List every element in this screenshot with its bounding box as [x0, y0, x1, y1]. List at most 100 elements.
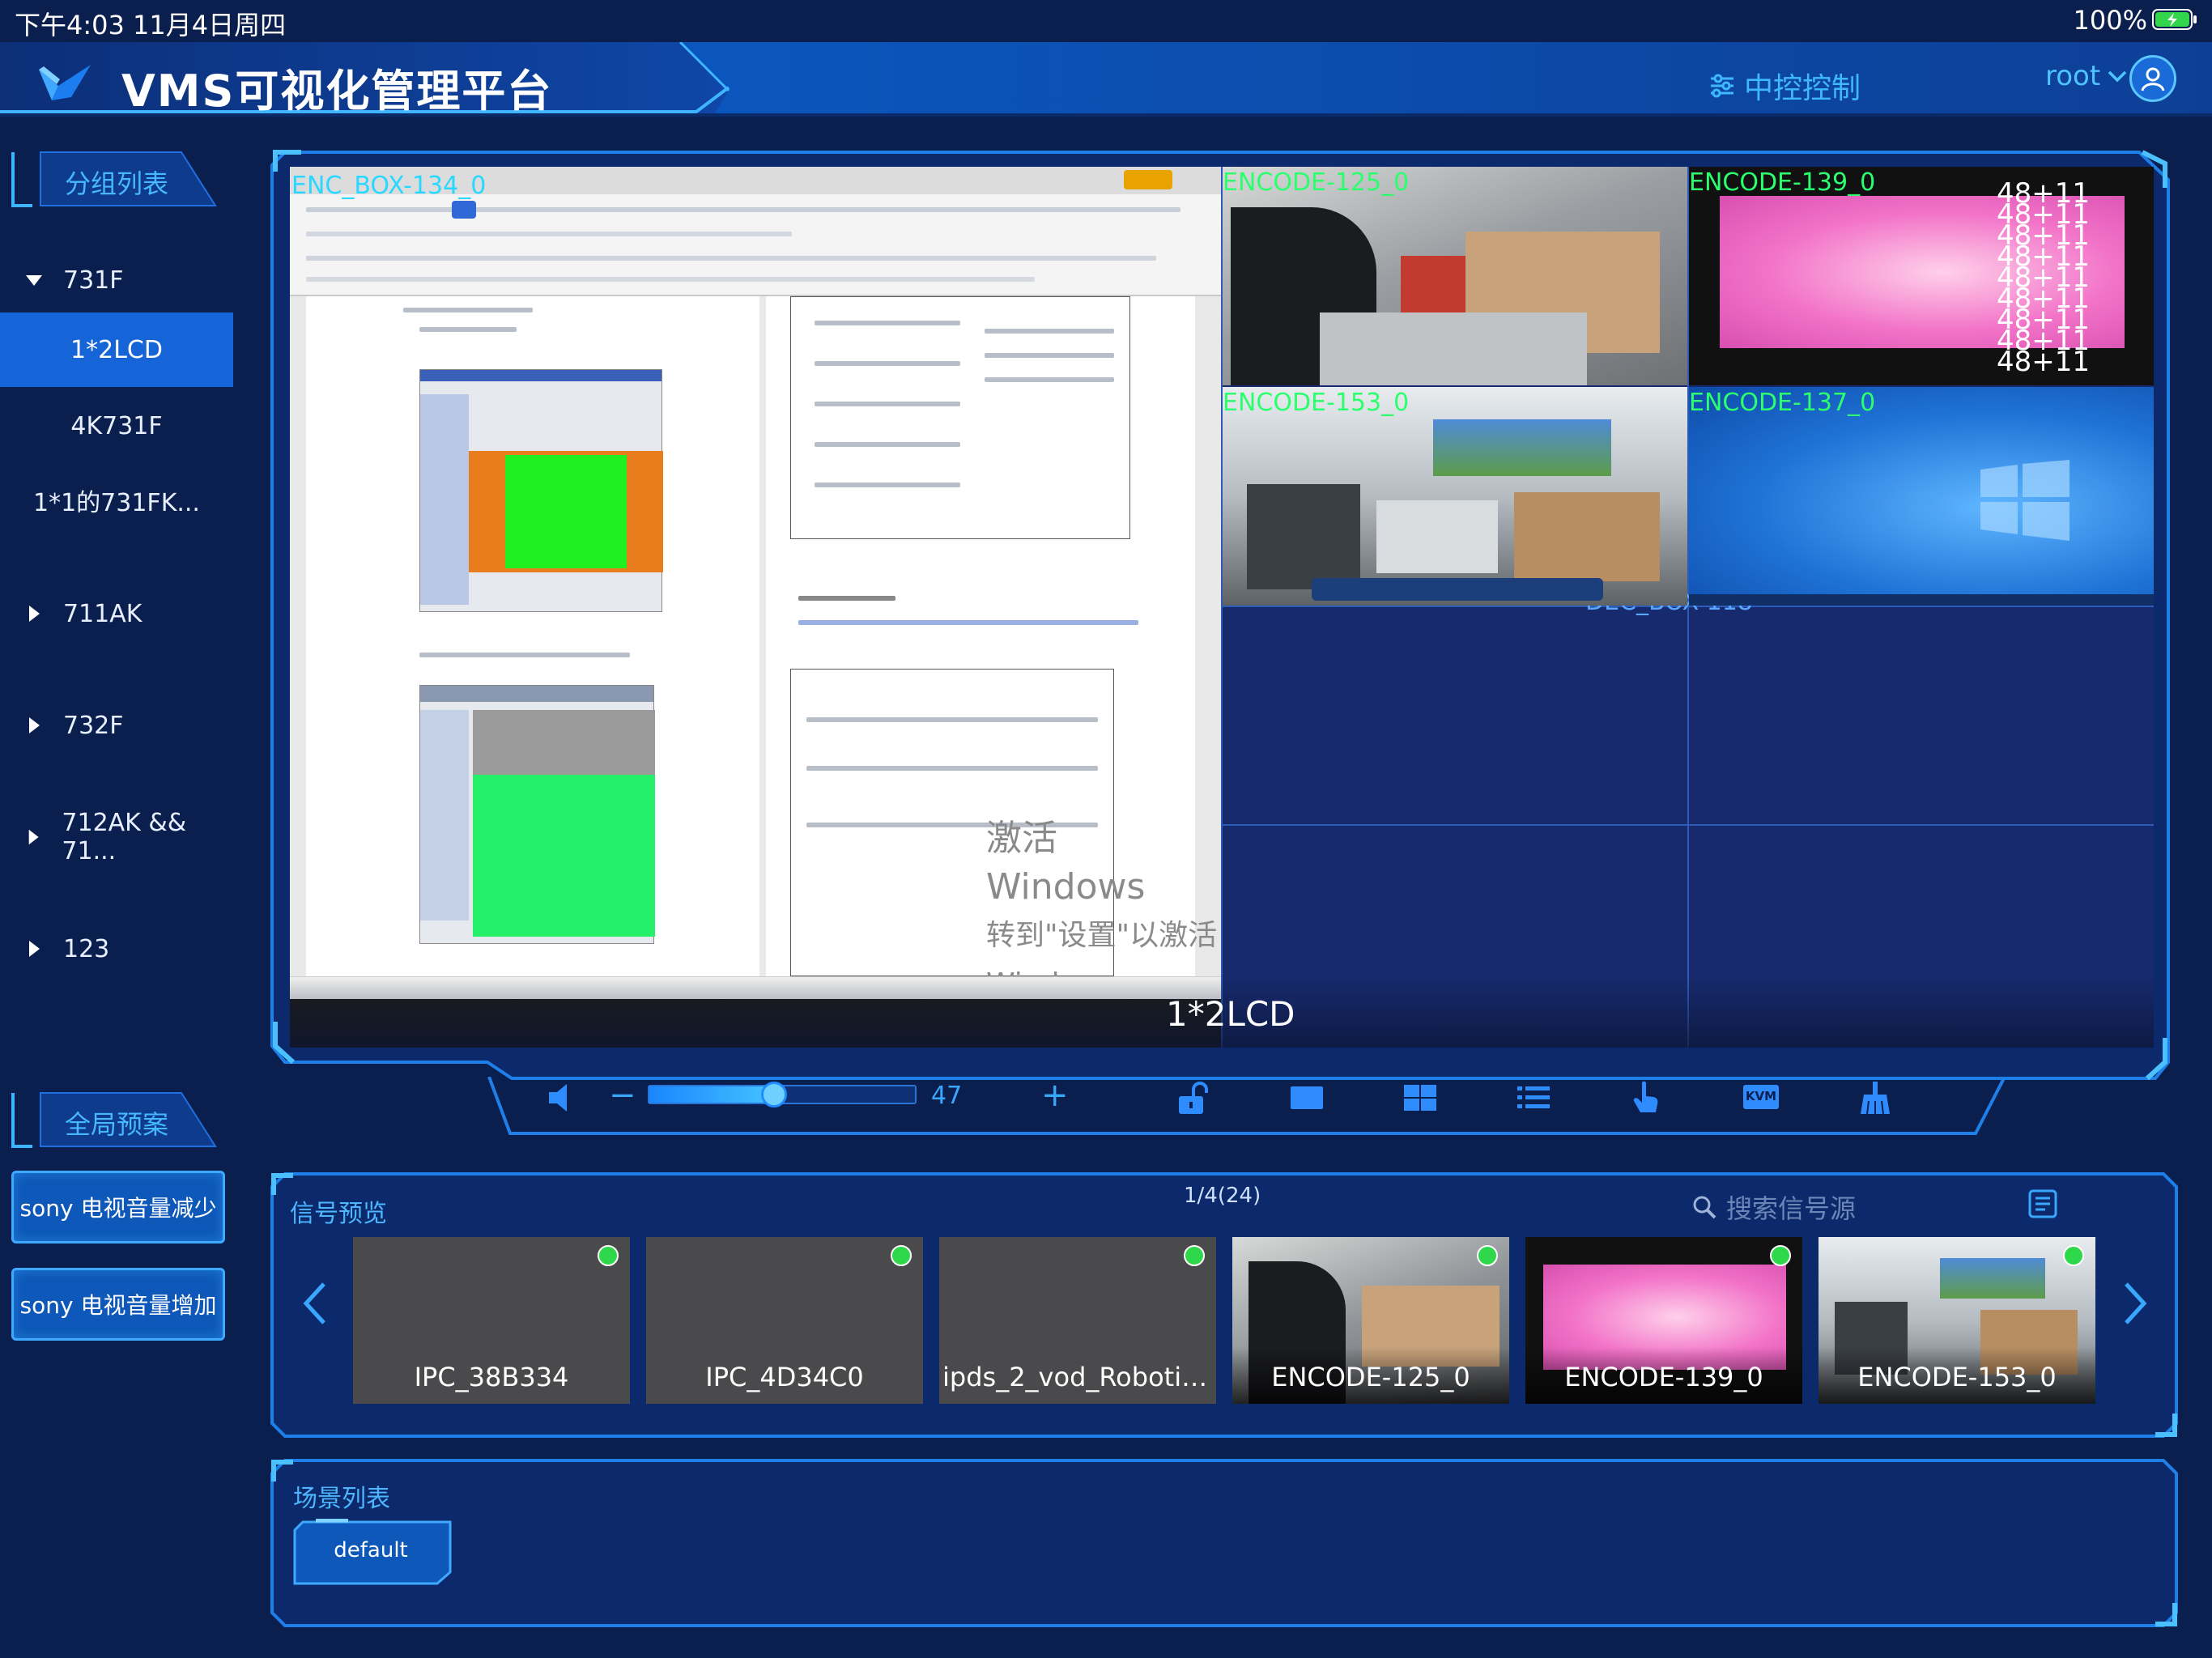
signal-page-indicator: 1/4(24) [1184, 1184, 1261, 1208]
avatar[interactable] [2129, 55, 2176, 102]
window-encode-139[interactable]: 48+11 48+11 48+11 48+11 48+11 48+11 48+11 48+11… [1689, 167, 2154, 385]
group-list-title: 分组列表 [65, 168, 169, 199]
volume-up-button[interactable]: + [1041, 1077, 1069, 1114]
chevron-right-icon[interactable] [2121, 1279, 2150, 1328]
window-label: ENCODE-137_0 [1689, 389, 1876, 417]
signal-list-icon[interactable] [2027, 1188, 2058, 1219]
group-label: 711AK [63, 599, 143, 628]
window-label: ENC_BOX-134_0 [291, 172, 487, 200]
central-control-label: 中控控制 [1744, 72, 1861, 105]
list-icon[interactable] [1516, 1080, 1551, 1116]
signal-search-placeholder: 搜索信号源 [1726, 1193, 1857, 1224]
online-status-dot [891, 1245, 912, 1266]
signal-card[interactable]: IPC_38B334 [353, 1237, 630, 1404]
video-wall[interactable]: DEC_BOX-118 [290, 167, 2154, 1048]
signal-card[interactable]: ENCODE-139_0 [1525, 1237, 1802, 1404]
central-control-button[interactable]: 中控控制 [1708, 65, 1861, 107]
caret-right-icon [29, 717, 40, 733]
group-732f[interactable]: 732F [0, 688, 233, 763]
watermark-line: 转到"设置"以激活 [986, 919, 1218, 952]
signal-search-input[interactable]: 搜索信号源 [1692, 1188, 1856, 1226]
touch-icon[interactable] [1629, 1080, 1665, 1116]
scene-list-frame [270, 1459, 2178, 1627]
group-label: 712AK && 71... [62, 809, 187, 865]
wall-name: 1*2LCD [1166, 994, 1295, 1034]
clear-broom-icon[interactable] [1857, 1080, 1893, 1116]
group-list-tab[interactable]: 分组列表 [8, 149, 219, 210]
group-123[interactable]: 123 [0, 912, 233, 986]
online-status-dot [1184, 1245, 1205, 1266]
caret-right-icon [29, 606, 40, 622]
preset-sony-volume-up-button[interactable]: sony 电视音量增加 [11, 1268, 225, 1341]
global-preset-title: 全局预案 [65, 1109, 169, 1140]
signal-name: ENCODE-153_0 [1857, 1362, 2057, 1392]
windows-logo-icon [1980, 460, 2069, 541]
global-preset-tab[interactable]: 全局预案 [8, 1090, 219, 1151]
caret-down-icon [26, 275, 42, 286]
single-screen-icon[interactable] [1289, 1080, 1325, 1116]
window-label: ENCODE-139_0 [1689, 168, 1876, 197]
battery-percent: 100% [2073, 5, 2147, 36]
group-label: 1*1的731FK... [33, 489, 200, 517]
user-name: root [2045, 60, 2101, 92]
group-label: 123 [63, 934, 110, 963]
window-encode-125[interactable]: ENCODE-125_0 [1223, 167, 1687, 385]
group-label: 731F [63, 266, 124, 295]
user-menu[interactable]: root [2045, 60, 2128, 92]
signal-card[interactable]: ipds_2_vod_Robotic... [939, 1237, 1216, 1404]
status-bar [0, 0, 2212, 40]
signal-card[interactable]: ENCODE-125_0 [1232, 1237, 1509, 1404]
group-711ak[interactable]: 711AK [0, 576, 233, 651]
signal-name: ENCODE-139_0 [1564, 1362, 1763, 1392]
four-grid-icon[interactable] [1402, 1080, 1438, 1116]
window-encode-137[interactable]: ENCODE-137_0 [1689, 387, 2154, 606]
window-enc-box-134[interactable]: 激活 Windows 转到"设置"以激活 Windows。 ENC_BOX-13… [290, 167, 1221, 1048]
preset-sony-volume-down-button[interactable]: sony 电视音量减少 [11, 1171, 225, 1244]
window-label: ENCODE-153_0 [1223, 389, 1410, 417]
online-status-dot [1477, 1245, 1498, 1266]
sliders-icon [1711, 74, 1733, 98]
unlock-icon[interactable] [1174, 1080, 1210, 1116]
caret-right-icon [28, 829, 39, 845]
online-status-dot [1770, 1245, 1791, 1266]
app-header: VMS可视化管理平台 中控控制 root [0, 42, 2212, 117]
signal-name: IPC_4D34C0 [705, 1362, 864, 1392]
kvm-button[interactable]: KVM [1742, 1082, 1780, 1114]
scene-default-label: default [334, 1538, 408, 1562]
cam-overlay-text: 48+11 48+11 48+11 48+11 48+11 48+11 48+11 48+11… [1997, 177, 2091, 378]
signal-card[interactable]: ENCODE-153_0 [1819, 1237, 2095, 1404]
chevron-left-icon[interactable] [300, 1279, 329, 1328]
watermark-line: 激活 Windows [986, 818, 1146, 908]
signal-card[interactable]: IPC_4D34C0 [646, 1237, 923, 1404]
online-status-dot [598, 1245, 619, 1266]
volume-fill [649, 1086, 776, 1103]
volume-down-button[interactable]: − [609, 1077, 636, 1114]
caret-right-icon [29, 941, 40, 957]
scene-list-title: 场景列表 [293, 1485, 390, 1513]
window-encode-153[interactable]: ENCODE-153_0 [1223, 387, 1687, 606]
battery-icon [2152, 9, 2197, 30]
group-731f[interactable]: 731F [0, 243, 233, 317]
speaker-icon[interactable] [544, 1080, 580, 1116]
search-icon [1693, 1196, 1716, 1219]
group-712ak[interactable]: 712AK && 71... [0, 800, 233, 874]
window-label: ENCODE-125_0 [1223, 168, 1410, 197]
group-label: 4K731F [70, 411, 163, 440]
app-title: VMS可视化管理平台 [121, 66, 553, 117]
group-label: 732F [63, 711, 124, 740]
volume-value: 47 [931, 1082, 963, 1110]
status-time: 下午4:03 11月4日周四 [15, 10, 287, 40]
doc-page-left [306, 296, 759, 976]
kvm-label: KVM [1745, 1089, 1777, 1103]
online-status-dot [2063, 1245, 2084, 1266]
volume-slider-thumb[interactable] [761, 1082, 788, 1107]
group-item-4k731f[interactable]: 4K731F [0, 389, 233, 463]
group-item-1x2lcd[interactable]: 1*2LCD [0, 312, 233, 387]
chevron-down-icon [2108, 70, 2127, 83]
signal-name: IPC_38B334 [414, 1362, 569, 1392]
group-label: 1*2LCD [70, 335, 163, 364]
group-item-1x1-731fk[interactable]: 1*1的731FK... [0, 463, 233, 538]
signal-preview-title: 信号预览 [290, 1200, 387, 1228]
signal-name: ipds_2_vod_Robotic... [942, 1362, 1216, 1392]
logo-icon [39, 65, 91, 100]
